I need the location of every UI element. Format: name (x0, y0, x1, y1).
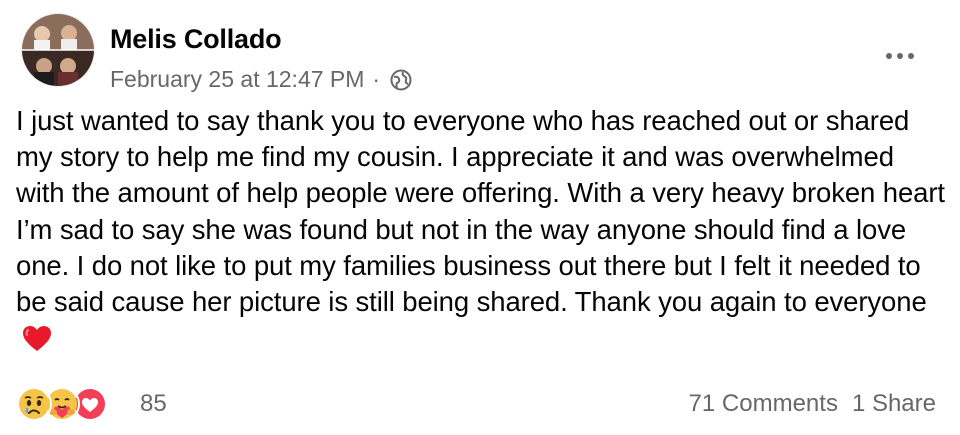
shares-count[interactable]: 1 Share (852, 390, 936, 418)
reaction-icons[interactable] (16, 386, 108, 422)
avatar[interactable] (22, 14, 94, 86)
sad-reaction-icon (16, 386, 52, 422)
post-timestamp[interactable]: February 25 at 12:47 PM (110, 66, 364, 93)
more-options-button[interactable] (880, 44, 920, 68)
post-text: I just wanted to say thank you to everyo… (16, 105, 945, 318)
reaction-count[interactable]: 85 (140, 390, 167, 418)
post-body: I just wanted to say thank you to everyo… (16, 103, 946, 356)
post-stats: 71 Comments 1 Share (689, 390, 936, 418)
post-footer: 85 71 Comments 1 Share (16, 384, 936, 428)
red-heart-emoji (22, 325, 52, 352)
comments-count[interactable]: 71 Comments (689, 390, 838, 418)
meta-separator: · (372, 66, 381, 92)
more-dot-icon (897, 53, 903, 59)
more-dot-icon (886, 53, 892, 59)
post-header: Melis Collado February 25 at 12:47 PM · (22, 14, 942, 92)
post-meta: February 25 at 12:47 PM · (110, 66, 412, 93)
globe-icon[interactable] (390, 69, 412, 91)
author-name[interactable]: Melis Collado (110, 24, 282, 55)
more-dot-icon (908, 53, 914, 59)
